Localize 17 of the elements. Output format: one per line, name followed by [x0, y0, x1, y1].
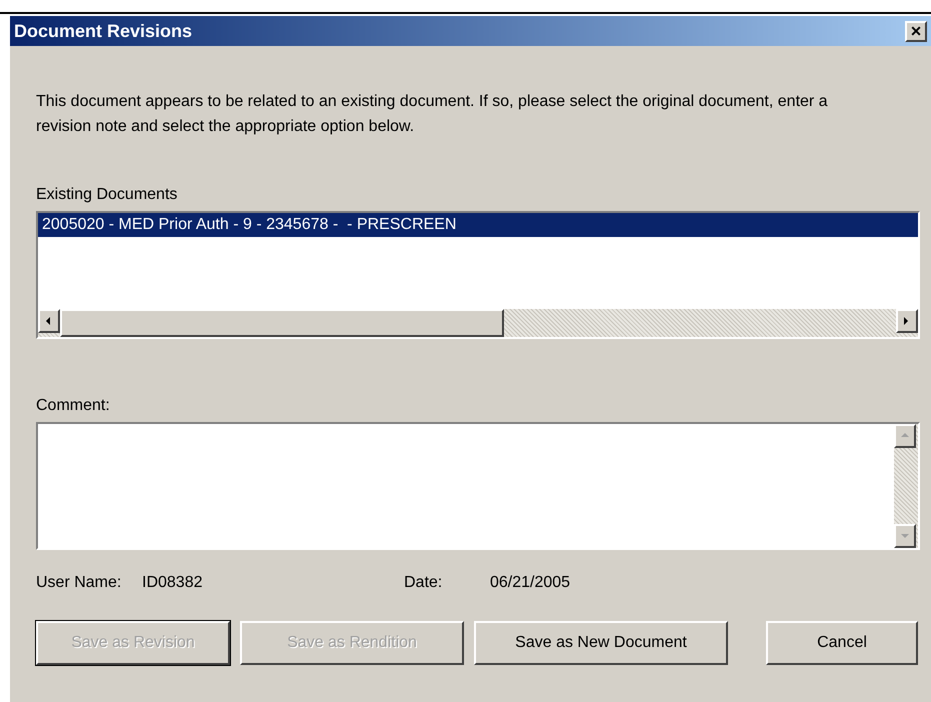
- intro-text: This document appears to be related to an existing document. If so, please select the original document, enter a revision note and select the appropriate option below.: [36, 92, 829, 137]
- comment-label: Comment:: [36, 396, 110, 416]
- date-value: 06/21/2005: [490, 573, 570, 593]
- existing-documents-label: Existing Documents: [36, 185, 178, 205]
- close-button[interactable]: ×: [905, 20, 927, 42]
- user-name-label: User Name:: [36, 573, 122, 593]
- date-label: Date:: [404, 573, 444, 593]
- scroll-left-button[interactable]: [38, 309, 60, 333]
- window-title: Document Revisions: [14, 20, 192, 42]
- horizontal-scrollbar[interactable]: [38, 309, 918, 337]
- dialog-button[interactable]: Cancel: [766, 621, 918, 665]
- dialog-button[interactable]: Save as New Document: [474, 621, 728, 665]
- scrollbar-thumb[interactable]: [60, 309, 504, 337]
- documents-list[interactable]: 2005020 - MED Prior Auth - 9 - 2345678 - - PRESCREEN: [36, 211, 920, 339]
- list-item[interactable]: 2005020 - MED Prior Auth - 9 - 2345678 - - PRESCREEN: [38, 213, 918, 237]
- user-name-value: ID08382: [142, 573, 204, 593]
- scroll-right-button[interactable]: [896, 309, 918, 333]
